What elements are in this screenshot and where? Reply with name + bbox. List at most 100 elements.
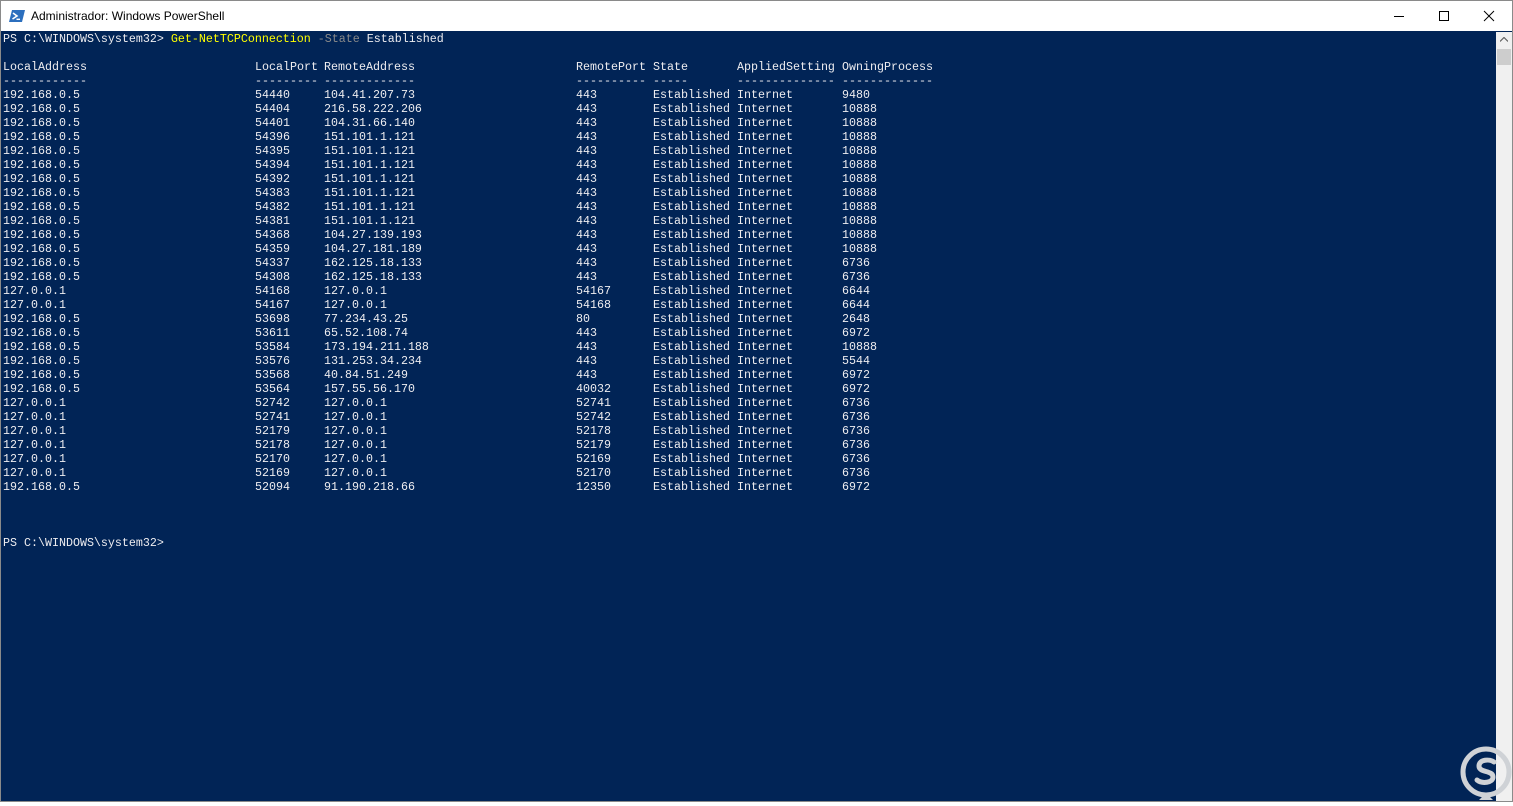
close-button[interactable]: [1466, 1, 1512, 31]
table-cell: -----: [653, 74, 688, 88]
table-cell: 53611: [255, 326, 290, 340]
table-cell: 127.0.0.1: [324, 452, 387, 466]
table-cell: 192.168.0.5: [3, 88, 80, 102]
table-cell: 192.168.0.5: [3, 200, 80, 214]
table-cell: 127.0.0.1: [324, 410, 387, 424]
table-cell: Established: [653, 186, 730, 200]
table-cell: State: [653, 60, 688, 74]
console-output[interactable]: PS C:\WINDOWS\system32> Get-NetTCPConnec…: [1, 32, 1496, 801]
maximize-button[interactable]: [1421, 1, 1467, 31]
table-cell: 443: [576, 340, 597, 354]
table-cell: 52169: [255, 466, 290, 480]
table-cell: 192.168.0.5: [3, 102, 80, 116]
title-bar[interactable]: Administrador: Windows PowerShell: [1, 1, 1512, 31]
table-cell: LocalAddress: [3, 60, 87, 74]
table-cell: Internet: [737, 270, 793, 284]
table-cell: 192.168.0.5: [3, 480, 80, 494]
table-cell: 54308: [255, 270, 290, 284]
scroll-thumb[interactable]: [1497, 49, 1511, 65]
table-cell: 192.168.0.5: [3, 382, 80, 396]
table-cell: 104.31.66.140: [324, 116, 415, 130]
table-cell: 6736: [842, 270, 870, 284]
table-cell: 6972: [842, 480, 870, 494]
table-cell: 173.194.211.188: [324, 340, 429, 354]
table-cell: Internet: [737, 354, 793, 368]
table-cell: Established: [653, 340, 730, 354]
table-cell: 2648: [842, 312, 870, 326]
table-cell: Established: [653, 158, 730, 172]
table-cell: 127.0.0.1: [3, 396, 66, 410]
table-cell: 10888: [842, 116, 877, 130]
table-cell: 54168: [576, 298, 611, 312]
table-cell: 192.168.0.5: [3, 242, 80, 256]
maximize-icon: [1439, 11, 1449, 21]
table-cell: Established: [653, 382, 730, 396]
table-cell: 443: [576, 200, 597, 214]
table-cell: Established: [653, 452, 730, 466]
table-cell: Internet: [737, 256, 793, 270]
table-cell: 52170: [576, 466, 611, 480]
table-cell: 10888: [842, 214, 877, 228]
table-cell: 54394: [255, 158, 290, 172]
table-cell: 65.52.108.74: [324, 326, 408, 340]
table-cell: 52178: [255, 438, 290, 452]
table-cell: 52179: [255, 424, 290, 438]
table-cell: 127.0.0.1: [3, 410, 66, 424]
table-cell: Established: [653, 102, 730, 116]
table-cell: 6736: [842, 438, 870, 452]
table-cell: 12350: [576, 480, 611, 494]
table-cell: 54382: [255, 200, 290, 214]
table-cell: 54167: [255, 298, 290, 312]
table-cell: Internet: [737, 116, 793, 130]
minimize-button[interactable]: [1376, 1, 1422, 31]
table-cell: 54392: [255, 172, 290, 186]
table-cell: Established: [653, 88, 730, 102]
table-cell: 54396: [255, 130, 290, 144]
table-cell: 443: [576, 186, 597, 200]
table-cell: 192.168.0.5: [3, 116, 80, 130]
table-cell: 127.0.0.1: [324, 424, 387, 438]
table-cell: 443: [576, 326, 597, 340]
table-cell: 151.101.1.121: [324, 214, 415, 228]
table-cell: Established: [653, 396, 730, 410]
table-cell: Internet: [737, 368, 793, 382]
table-cell: 192.168.0.5: [3, 270, 80, 284]
table-cell: 80: [576, 312, 590, 326]
table-cell: 443: [576, 102, 597, 116]
table-cell: Established: [653, 354, 730, 368]
table-cell: Established: [653, 326, 730, 340]
table-cell: Internet: [737, 298, 793, 312]
table-cell: 127.0.0.1: [324, 466, 387, 480]
table-cell: RemoteAddress: [324, 60, 415, 74]
table-cell: Internet: [737, 88, 793, 102]
table-cell: Established: [653, 410, 730, 424]
table-cell: 54395: [255, 144, 290, 158]
table-cell: 6972: [842, 326, 870, 340]
table-cell: 151.101.1.121: [324, 172, 415, 186]
table-cell: 127.0.0.1: [324, 284, 387, 298]
table-cell: 127.0.0.1: [3, 466, 66, 480]
table-cell: Established: [653, 242, 730, 256]
table-cell: 104.27.181.189: [324, 242, 422, 256]
table-cell: 10888: [842, 186, 877, 200]
watermark-logo-icon: [1459, 745, 1513, 801]
scroll-up-button[interactable]: [1496, 32, 1512, 48]
table-cell: 10888: [842, 228, 877, 242]
table-cell: 127.0.0.1: [3, 452, 66, 466]
prompt: PS C:\WINDOWS\system32>: [3, 32, 171, 46]
table-cell: 216.58.222.206: [324, 102, 422, 116]
table-cell: 52170: [255, 452, 290, 466]
table-cell: 443: [576, 228, 597, 242]
table-cell: 443: [576, 270, 597, 284]
table-cell: Established: [653, 466, 730, 480]
close-icon: [1483, 10, 1495, 22]
table-cell: 192.168.0.5: [3, 256, 80, 270]
table-cell: AppliedSetting: [737, 60, 835, 74]
table-cell: Internet: [737, 284, 793, 298]
table-cell: 192.168.0.5: [3, 368, 80, 382]
vertical-scrollbar[interactable]: [1496, 32, 1512, 801]
table-cell: 10888: [842, 172, 877, 186]
table-cell: 127.0.0.1: [324, 396, 387, 410]
table-cell: 10888: [842, 130, 877, 144]
table-cell: 443: [576, 116, 597, 130]
